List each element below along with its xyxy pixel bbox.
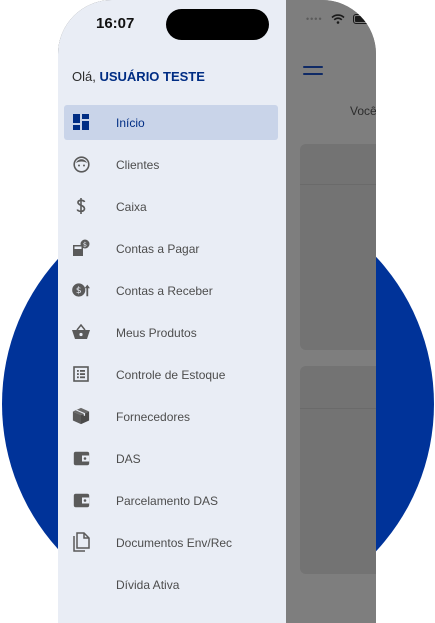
face-icon xyxy=(72,155,90,173)
menu-item-clientes[interactable]: Clientes xyxy=(64,147,278,182)
svg-text:$: $ xyxy=(83,240,87,248)
wallet-icon xyxy=(72,449,90,467)
signal-dots-icon: •••• xyxy=(306,14,323,24)
documents-icon xyxy=(72,532,90,552)
basket-icon xyxy=(72,323,90,341)
money-arrow-up-icon: $ xyxy=(72,281,90,299)
menu-item-label: Contas a Receber xyxy=(116,284,213,298)
menu-item-inicio[interactable]: Início xyxy=(64,105,278,140)
menu-item-label: Dívida Ativa xyxy=(116,578,180,592)
menu-item-label: Parcelamento DAS xyxy=(116,494,219,508)
battery-icon xyxy=(352,14,373,24)
welcome-text: Você xyxy=(350,104,376,118)
menu-item-label: Controle de Estoque xyxy=(116,368,226,382)
hamburger-menu-icon[interactable] xyxy=(303,66,323,76)
dashboard-card xyxy=(300,366,376,574)
drawer-menu: Início Clientes Caixa $ Contas a Pagar $… xyxy=(64,105,278,609)
status-indicators: •••• xyxy=(306,14,373,24)
menu-item-label: Meus Produtos xyxy=(116,326,197,340)
dynamic-island xyxy=(166,9,269,40)
menu-item-label: Fornecedores xyxy=(116,410,191,424)
menu-item-controle-de-estoque[interactable]: Controle de Estoque xyxy=(64,357,278,392)
phone-screen: Você •••• 16:07 Olá, USUÁRIO TESTE Iníci… xyxy=(58,0,376,623)
svg-text:$: $ xyxy=(76,286,82,296)
menu-item-das[interactable]: DAS xyxy=(64,441,278,476)
document-icon xyxy=(72,575,90,593)
menu-item-label: Início xyxy=(116,116,145,130)
menu-item-documentos-env-rec[interactable]: Documentos Env/Rec xyxy=(64,525,278,560)
menu-item-contas-a-pagar[interactable]: $ Contas a Pagar xyxy=(64,231,278,266)
menu-item-fornecedores[interactable]: Fornecedores xyxy=(64,399,278,434)
menu-item-meus-produtos[interactable]: Meus Produtos xyxy=(64,315,278,350)
menu-item-label: Contas a Pagar xyxy=(116,242,200,256)
wifi-icon xyxy=(331,14,345,24)
user-name: USUÁRIO TESTE xyxy=(99,69,205,84)
menu-item-label: Documentos Env/Rec xyxy=(116,536,233,550)
menu-item-caixa[interactable]: Caixa xyxy=(64,189,278,224)
dashboard-icon xyxy=(72,113,90,131)
menu-item-parcelamento-das[interactable]: Parcelamento DAS xyxy=(64,483,278,518)
menu-item-contas-a-receber[interactable]: $ Contas a Receber xyxy=(64,273,278,308)
menu-item-label: DAS xyxy=(116,452,141,466)
menu-item-label: Caixa xyxy=(116,200,147,214)
wallet-icon xyxy=(72,491,90,509)
box-icon xyxy=(72,407,90,425)
status-time: 16:07 xyxy=(96,15,135,32)
dollar-icon xyxy=(72,197,90,215)
calculator-money-icon: $ xyxy=(72,239,90,257)
menu-item-divida-ativa[interactable]: Dívida Ativa xyxy=(64,567,278,602)
greeting: Olá, USUÁRIO TESTE xyxy=(72,69,205,84)
dashboard-card xyxy=(300,144,376,350)
navigation-drawer: 16:07 Olá, USUÁRIO TESTE Início Clientes xyxy=(58,0,286,623)
menu-item-label: Clientes xyxy=(116,158,160,172)
greeting-prefix: Olá, xyxy=(72,69,96,84)
list-icon xyxy=(72,365,90,383)
